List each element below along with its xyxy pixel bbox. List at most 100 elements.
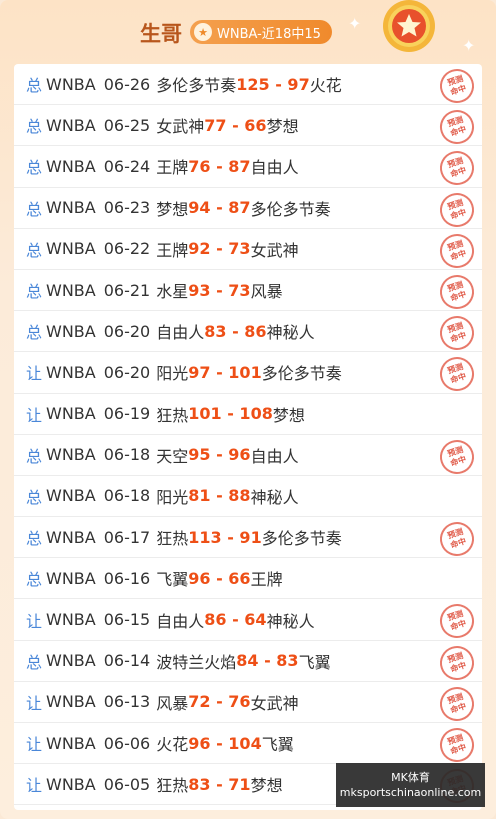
bet-type: 总 — [26, 117, 43, 137]
league-label: WNBA — [46, 568, 96, 588]
league-label: WNBA — [46, 362, 96, 382]
bet-type: 让 — [26, 693, 43, 713]
league-label: WNBA — [46, 198, 96, 218]
hit-stamp-ring: 预测命中 — [435, 146, 479, 190]
away-team: 飞翼 — [261, 735, 294, 755]
hit-stamp-ring: 预测命中 — [435, 64, 479, 108]
match-score: 96 - 66 — [188, 568, 251, 588]
away-team: 女武神 — [250, 693, 299, 713]
away-team: 飞翼 — [298, 652, 331, 672]
away-team: 神秘人 — [266, 323, 315, 343]
hit-stamp-ring: 预测命中 — [435, 352, 479, 396]
away-team: 多伦多节奏 — [261, 364, 342, 384]
sparkle-icon: ✦ — [462, 36, 476, 55]
list-item[interactable]: 总 WNBA 06-17 狂热 113 - 91 多伦多节奏 预测 命中 — [14, 517, 482, 561]
home-team: 火花 — [156, 735, 189, 755]
away-team: 梦想 — [266, 117, 299, 137]
away-team: 多伦多节奏 — [261, 529, 342, 549]
match-date: 06-25 — [103, 115, 151, 135]
list-item[interactable]: 总 WNBA 06-22 王牌 92 - 73 女武神 预测 命中 — [14, 229, 482, 273]
league-label: WNBA — [46, 239, 96, 259]
home-team: 女武神 — [156, 117, 205, 137]
match-date: 06-20 — [103, 362, 151, 382]
record-badge-text: WNBA-近18中15 — [217, 26, 321, 42]
bet-type: 让 — [26, 611, 43, 631]
list-item[interactable]: 让 WNBA 06-20 阳光 97 - 101 多伦多节奏 预测 命中 — [14, 352, 482, 396]
home-team: 自由人 — [156, 323, 205, 343]
list-item[interactable]: 总 WNBA 06-18 天空 95 - 96 自由人 预测 命中 — [14, 435, 482, 479]
home-team: 风暴 — [156, 693, 189, 713]
list-item[interactable]: 总 WNBA 06-14 波特兰火焰 84 - 83 飞翼 预测 命中 — [14, 641, 482, 685]
list-item[interactable]: 总 WNBA 06-21 水星 93 - 73 风暴 预测 命中 — [14, 270, 482, 314]
match-date: 06-06 — [103, 733, 151, 753]
bet-type: 总 — [26, 652, 43, 672]
hit-stamp-icon: 预测命中 — [435, 270, 479, 314]
league-label: WNBA — [46, 404, 96, 424]
league-label: WNBA — [46, 692, 96, 712]
hit-stamp-ring: 预测命中 — [435, 682, 479, 726]
bet-type: 总 — [26, 487, 43, 507]
hit-stamp-ring: 预测命中 — [435, 723, 479, 767]
bet-type: 总 — [26, 158, 43, 178]
hit-stamp-icon: 预测命中 — [435, 188, 479, 231]
bet-type: 让 — [26, 364, 43, 384]
match-date: 06-05 — [103, 774, 151, 794]
match-date: 06-18 — [103, 445, 151, 465]
list-item[interactable]: 让 WNBA 06-15 自由人 86 - 64 神秘人 预测 命中 — [14, 599, 482, 643]
list-item[interactable]: 总 WNBA 06-18 阳光 81 - 88 神秘人 — [14, 476, 482, 518]
list-item[interactable]: 总 WNBA 06-16 飞翼 96 - 66 王牌 — [14, 558, 482, 600]
away-team: 火花 — [309, 76, 342, 96]
record-badge[interactable]: ★ WNBA-近18中15 — [190, 20, 332, 44]
expert-name[interactable]: 生哥 — [140, 18, 182, 48]
home-team: 阳光 — [156, 364, 189, 384]
home-team: 飞翼 — [156, 570, 189, 590]
card-header: ✦ ✦ 生哥 ★ WNBA-近18中15 — [0, 0, 496, 62]
prediction-list: 总 WNBA 06-26 多伦多节奏 125 - 97 火花 预测 命中总 WNBA 06-25 女… — [14, 64, 482, 810]
home-team: 水星 — [156, 282, 189, 302]
sparkle-icon: ✦ — [348, 14, 362, 33]
league-label: WNBA — [46, 74, 96, 94]
match-date: 06-23 — [103, 198, 151, 218]
hit-stamp-ring: 预测命中 — [435, 188, 479, 231]
match-date: 06-19 — [103, 404, 151, 424]
home-team: 狂热 — [156, 529, 189, 549]
match-date: 06-20 — [103, 321, 151, 341]
hit-stamp-icon: 预测命中 — [435, 64, 479, 108]
match-score: 92 - 73 — [188, 239, 251, 259]
list-item[interactable]: 总 WNBA 06-24 王牌 76 - 87 自由人 预测 命中 — [14, 146, 482, 190]
match-score: 95 - 96 — [188, 445, 251, 465]
list-item[interactable]: 总 WNBA 06-20 自由人 83 - 86 神秘人 预测 命中 — [14, 311, 482, 355]
hit-stamp-ring: 预测命中 — [435, 641, 479, 685]
bet-type: 总 — [26, 446, 43, 466]
away-team: 多伦多节奏 — [250, 199, 331, 219]
away-team: 自由人 — [250, 446, 299, 466]
list-item[interactable]: 让 WNBA 06-19 狂热 101 - 108 梦想 — [14, 394, 482, 435]
league-label: WNBA — [46, 774, 96, 794]
hit-stamp-ring: 预测命中 — [435, 105, 479, 149]
away-team: 王牌 — [250, 570, 283, 590]
away-team: 神秘人 — [266, 611, 315, 631]
match-date: 06-17 — [103, 527, 151, 547]
match-score: 94 - 87 — [188, 198, 251, 218]
list-item[interactable]: 让 WNBA 06-13 风暴 72 - 76 女武神 预测 命中 — [14, 682, 482, 726]
bet-type: 让 — [26, 776, 43, 796]
hit-stamp-ring: 预测命中 — [435, 600, 479, 643]
hit-stamp-icon: 预测命中 — [435, 311, 479, 355]
match-score: 97 - 101 — [188, 362, 262, 382]
match-score: 86 - 64 — [204, 610, 267, 630]
match-score: 72 - 76 — [188, 692, 251, 712]
league-label: WNBA — [46, 115, 96, 135]
star-icon: ★ — [194, 23, 212, 41]
match-date: 06-16 — [103, 568, 151, 588]
list-item[interactable]: 总 WNBA 06-26 多伦多节奏 125 - 97 火花 预测 命中 — [14, 64, 482, 108]
bet-type: 总 — [26, 76, 43, 96]
watermark-brand: MK体育 — [391, 771, 430, 784]
match-score: 96 - 104 — [188, 733, 262, 753]
list-item[interactable]: 总 WNBA 06-23 梦想 94 - 87 多伦多节奏 预测 命中 — [14, 188, 482, 231]
hit-stamp-icon: 预测命中 — [435, 229, 479, 273]
home-team: 狂热 — [156, 776, 189, 796]
home-team: 自由人 — [156, 611, 205, 631]
league-label: WNBA — [46, 610, 96, 630]
list-item[interactable]: 总 WNBA 06-25 女武神 77 - 66 梦想 预测 命中 — [14, 105, 482, 149]
list-item[interactable]: 让 WNBA 06-06 火花 96 - 104 飞翼 预测 命中 — [14, 723, 482, 767]
